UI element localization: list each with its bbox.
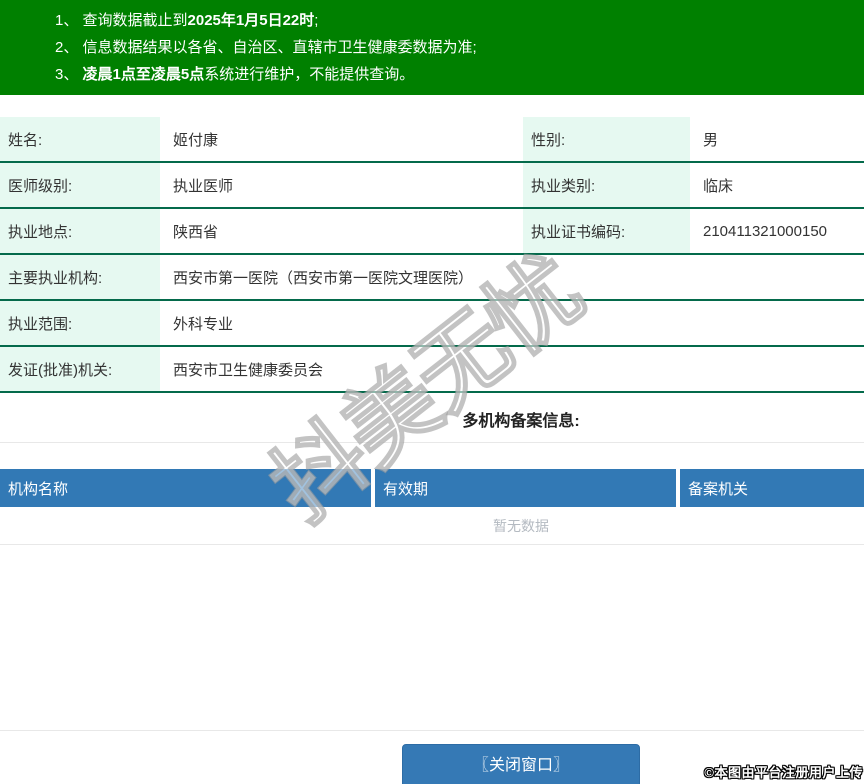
notice-line-3-bold: 凌晨1点至凌晨5点	[82, 66, 205, 83]
main-institution-value: 西安市第一医院（西安市第一医院文理医院）	[160, 255, 864, 299]
notice-line-1-text: 1、 查询数据截止到	[55, 12, 188, 29]
certificate-number-label: 执业证书编码:	[523, 209, 690, 253]
notice-line-1-bold: 2025年1月5日22时	[187, 12, 315, 29]
table-row-location-certno: 执业地点: 陕西省 执业证书编码: 210411321000150	[0, 209, 864, 255]
main-institution-label: 主要执业机构:	[0, 255, 160, 299]
multi-institution-section-title: 多机构备案信息:	[0, 393, 864, 443]
close-window-button[interactable]: 〖关闭窗口〗	[402, 744, 640, 784]
doctor-level-label: 医师级别:	[0, 163, 160, 207]
filing-col-institution-name: 机构名称	[0, 469, 371, 507]
practice-location-value: 陕西省	[160, 209, 523, 253]
notice-line-1: 1、 查询数据截止到2025年1月5日22时;	[55, 7, 864, 34]
physician-info-table: 姓名: 姬付康 性别: 男 医师级别: 执业医师 执业类别: 临床 执业地点: …	[0, 117, 864, 393]
filing-col-validity-period: 有效期	[375, 469, 676, 507]
footer-spacer	[0, 545, 864, 730]
notice-line-3-text: 3、	[55, 66, 83, 83]
filing-table-header: 机构名称 有效期 备案机关	[0, 469, 864, 507]
notice-banner: 1、 查询数据截止到2025年1月5日22时; 2、 信息数据结果以各省、自治区…	[0, 0, 864, 95]
table-row-practice-scope: 执业范围: 外科专业	[0, 301, 864, 347]
practice-category-value: 临床	[690, 163, 864, 207]
practice-location-label: 执业地点:	[0, 209, 160, 253]
filing-col-filing-authority: 备案机关	[680, 469, 864, 507]
table-row-issuing-authority: 发证(批准)机关: 西安市卫生健康委员会	[0, 347, 864, 393]
table-row-main-institution: 主要执业机构: 西安市第一医院（西安市第一医院文理医院）	[0, 255, 864, 301]
name-value: 姬付康	[160, 117, 523, 161]
doctor-level-value: 执业医师	[160, 163, 523, 207]
gender-label: 性别:	[523, 117, 690, 161]
filing-table-empty-state: 暂无数据	[0, 507, 864, 545]
issuing-authority-label: 发证(批准)机关:	[0, 347, 160, 391]
practice-scope-label: 执业范围:	[0, 301, 160, 345]
table-row-level-category: 医师级别: 执业医师 执业类别: 临床	[0, 163, 864, 209]
notice-line-2: 2、 信息数据结果以各省、自治区、直辖市卫生健康委数据为准;	[55, 34, 864, 61]
page-container: 1、 查询数据截止到2025年1月5日22时; 2、 信息数据结果以各省、自治区…	[0, 0, 864, 784]
name-label: 姓名:	[0, 117, 160, 161]
notice-line-3-post: 系统进行维护，不能提供查询。	[204, 66, 415, 83]
notice-line-1-post: ;	[314, 12, 319, 29]
table-row-name-gender: 姓名: 姬付康 性别: 男	[0, 117, 864, 163]
query-result-page: 1、 查询数据截止到2025年1月5日22时; 2、 信息数据结果以各省、自治区…	[0, 0, 864, 784]
issuing-authority-value: 西安市卫生健康委员会	[160, 347, 864, 391]
practice-category-label: 执业类别:	[523, 163, 690, 207]
notice-line-3: 3、 凌晨1点至凌晨5点系统进行维护，不能提供查询。	[55, 61, 864, 88]
certificate-number-value: 210411321000150	[690, 209, 864, 253]
notice-line-2-text: 2、 信息数据结果以各省、自治区、直辖市卫生健康委数据为准;	[55, 39, 477, 56]
copyright-stamp: ©本图由平台注册用户上传	[704, 765, 863, 780]
practice-scope-value: 外科专业	[160, 301, 864, 345]
gender-value: 男	[690, 117, 864, 161]
